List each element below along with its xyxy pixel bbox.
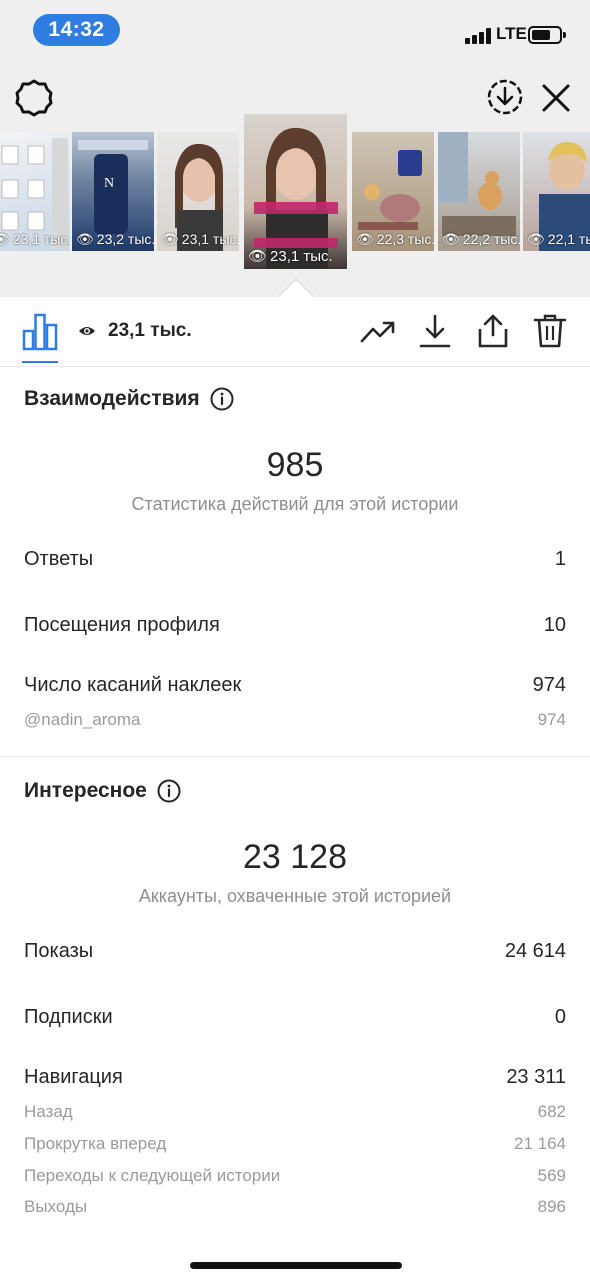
- story-header-area: 14:32 LTE 👁 23,1 тыс. N 👁 23,2 тыс. 👁 23…: [0, 0, 590, 297]
- views-count: 23,1 тыс.: [108, 320, 192, 341]
- story-thumbnail[interactable]: 👁 23,1 тыс.: [0, 132, 70, 251]
- home-indicator[interactable]: [190, 1262, 402, 1269]
- nav-row-exits: Выходы 896: [24, 1197, 566, 1217]
- svg-text:N: N: [104, 176, 114, 191]
- stat-row-sticker-taps: Число касаний наклеек 974: [24, 674, 566, 697]
- stat-value: 0: [554, 1006, 566, 1028]
- stat-value: 974: [532, 674, 566, 696]
- story-thumbnail[interactable]: 👁22,1 тыс.: [523, 132, 590, 251]
- story-thumbnail[interactable]: N 👁 23,2 тыс.: [72, 132, 154, 251]
- trash-icon[interactable]: [532, 313, 568, 349]
- nav-label: Переходы к следующей истории: [24, 1166, 281, 1185]
- discovery-total: 23 128: [243, 838, 347, 876]
- sticker-row-mention[interactable]: @nadin_aroma 974: [24, 710, 566, 730]
- nav-value: 21 164: [514, 1134, 566, 1153]
- story-views-label: 👁22,1 тыс.: [527, 231, 590, 247]
- network-type: LTE: [496, 24, 527, 43]
- nav-row-forward: Прокрутка вперед 21 164: [24, 1134, 566, 1154]
- battery-icon: [528, 26, 566, 44]
- stat-row-profile-visits: Посещения профиля 10: [24, 614, 566, 637]
- stat-row-replies: Ответы 1: [24, 548, 566, 571]
- active-tab-indicator: [22, 361, 58, 363]
- info-icon[interactable]: [210, 387, 234, 411]
- save-story-icon[interactable]: [486, 78, 524, 116]
- nav-value: 569: [537, 1166, 566, 1185]
- stat-value: 24 614: [504, 940, 566, 962]
- nav-label: Выходы: [24, 1197, 88, 1216]
- nav-value: 682: [537, 1102, 566, 1121]
- stat-label: Подписки: [24, 1006, 113, 1028]
- interactions-total: 985: [266, 446, 324, 484]
- status-bar: 14:32 LTE: [0, 0, 590, 62]
- story-thumbnail[interactable]: 👁 22,2 тыс.: [438, 132, 520, 251]
- insights-toolbar: 23,1 тыс.: [0, 297, 590, 367]
- stat-label: Навигация: [24, 1066, 123, 1088]
- story-thumbnail-selected[interactable]: 👁 23,1 тыс.: [244, 114, 347, 269]
- status-time[interactable]: 14:32: [33, 14, 120, 46]
- nav-value: 896: [537, 1197, 566, 1216]
- trending-icon[interactable]: [360, 313, 396, 349]
- discovery-section-title: Интересное: [24, 779, 181, 803]
- interactions-section-title: Взаимодействия: [24, 387, 234, 411]
- info-icon[interactable]: [157, 779, 181, 803]
- sticker-label: @nadin_aroma: [24, 710, 141, 729]
- download-icon[interactable]: [417, 313, 453, 349]
- sticker-value: 974: [537, 710, 566, 729]
- stat-label: Ответы: [24, 548, 94, 570]
- settings-icon[interactable]: [14, 78, 54, 118]
- story-views-label: 👁 23,1 тыс.: [248, 248, 333, 265]
- story-thumbnail[interactable]: 👁 22,3 тыс.: [352, 132, 434, 251]
- stat-label: Показы: [24, 940, 94, 962]
- discovery-title: Интересное: [24, 779, 147, 802]
- stat-value: 23 311: [506, 1066, 566, 1088]
- story-thumbnail[interactable]: 👁 23,1 тыс.: [157, 132, 239, 251]
- views-summary: 23,1 тыс.: [78, 319, 192, 343]
- discovery-caption: Аккаунты, охваченные этой историей: [138, 886, 452, 906]
- stat-value: 10: [543, 614, 566, 636]
- eye-icon: [79, 327, 95, 335]
- nav-row-back: Назад 682: [24, 1102, 566, 1122]
- story-image: [254, 127, 338, 269]
- nav-label: Назад: [24, 1102, 73, 1121]
- stat-label: Посещения профиля: [24, 614, 220, 636]
- nav-row-next-story: Переходы к следующей истории 569: [24, 1166, 566, 1186]
- story-views-label: 👁 23,1 тыс.: [161, 231, 239, 247]
- nav-label: Прокрутка вперед: [24, 1134, 167, 1153]
- stat-row-navigation: Навигация 23 311: [24, 1066, 566, 1089]
- section-divider: [0, 756, 590, 757]
- stories-strip: 👁 23,1 тыс. N 👁 23,2 тыс. 👁 23,1 тыс. 👁 …: [0, 114, 590, 274]
- stat-value: 1: [554, 548, 566, 570]
- interactions-caption: Статистика действий для этой истории: [131, 494, 459, 514]
- stat-row-follows: Подписки 0: [24, 1006, 566, 1029]
- interactions-title: Взаимодействия: [24, 387, 200, 410]
- insights-chart-icon[interactable]: [22, 311, 58, 351]
- stat-row-impressions: Показы 24 614: [24, 940, 566, 963]
- story-views-label: 👁 22,3 тыс.: [356, 231, 434, 247]
- story-views-label: 👁 22,2 тыс.: [442, 231, 520, 247]
- story-views-label: 👁 23,2 тыс.: [76, 231, 154, 247]
- close-icon[interactable]: [538, 80, 574, 116]
- stat-label: Число касаний наклеек: [24, 674, 242, 696]
- story-views-label: 👁 23,1 тыс.: [0, 231, 70, 247]
- cellular-signal-icon: [465, 28, 493, 44]
- share-icon[interactable]: [475, 313, 511, 349]
